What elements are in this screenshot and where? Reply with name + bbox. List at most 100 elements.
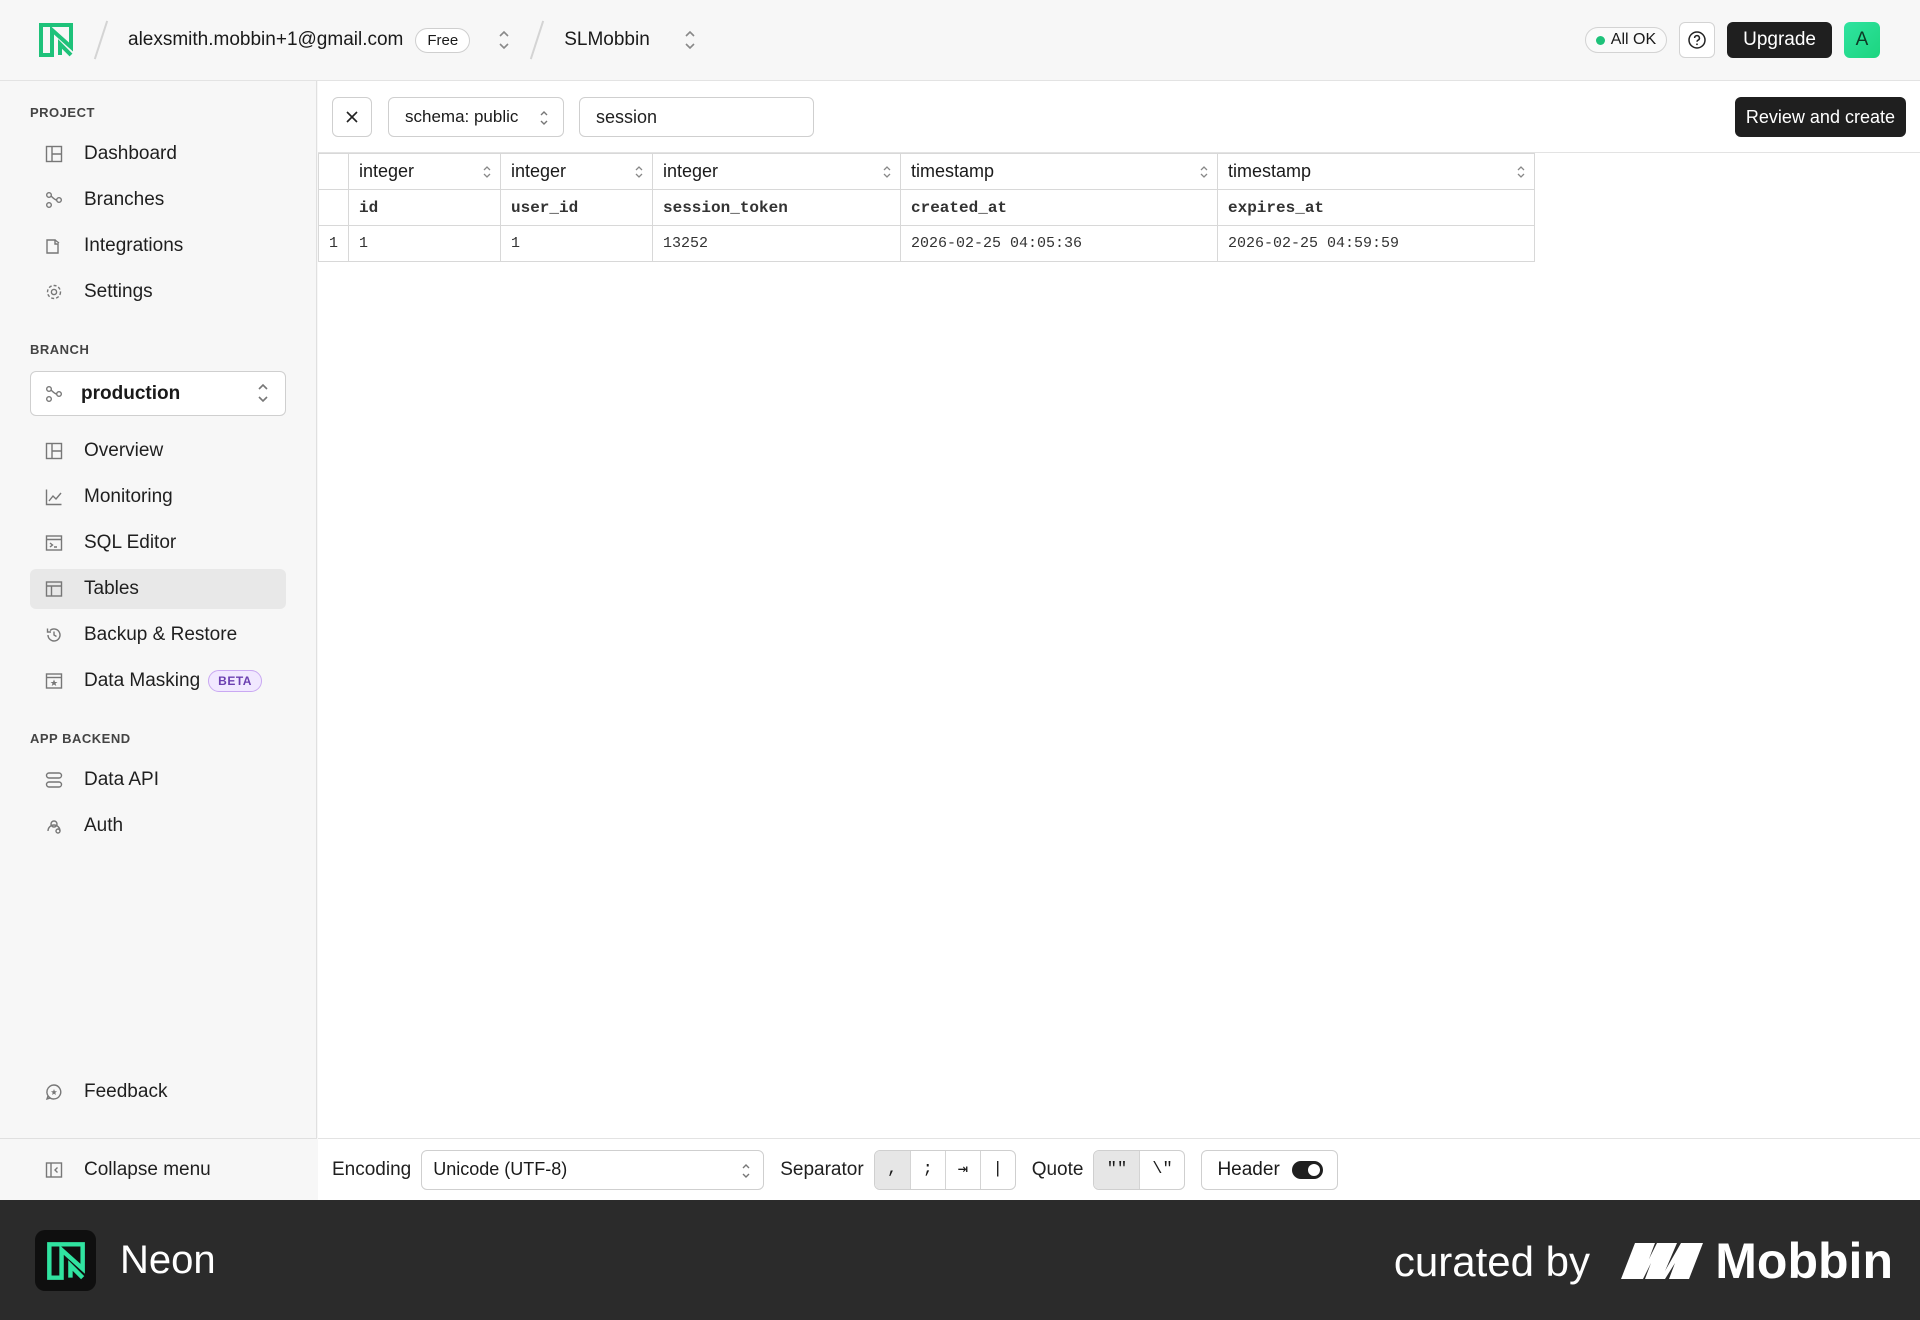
main-content: schema: public Review and create integer… [318,81,1920,1200]
table-cell: 2026-02-25 04:59:59 [1217,225,1535,262]
sidebar-item-data-api[interactable]: Data API [30,760,286,800]
column-name-cell[interactable]: expires_at [1217,189,1535,226]
collapse-label: Collapse menu [84,1159,211,1180]
history-icon [44,625,64,645]
sidebar-item-sql-editor[interactable]: SQL Editor [30,523,286,563]
column-name-cell[interactable]: id [348,189,501,226]
avatar[interactable]: A [1844,22,1880,58]
branch-icon [45,385,65,403]
sidebar-item-label: Monitoring [84,486,173,507]
neon-logo-icon [35,1230,96,1291]
account-switcher-icon[interactable] [498,29,510,51]
separator [93,20,109,60]
type-select[interactable]: timestamp [1217,153,1535,190]
sidebar-item-monitoring[interactable]: Monitoring [30,477,286,517]
project-switcher-icon[interactable] [684,29,696,51]
quote-label: Quote [1031,1158,1084,1180]
section-title-project: PROJECT [30,105,95,120]
status-dot-icon [1595,35,1605,45]
neon-logo-icon[interactable] [38,22,74,58]
sidebar-item-data-masking[interactable]: Data Masking BETA [30,661,286,701]
column-name-cell[interactable]: session_token [652,189,901,226]
separator-pipe-button[interactable]: | [979,1150,1015,1189]
chevron-updown-icon [1199,164,1209,185]
separator-comma-button[interactable]: , [874,1150,910,1189]
close-icon [346,111,358,123]
sidebar-item-settings[interactable]: Settings [30,272,286,312]
curated-by-text: curated by [1393,1238,1590,1285]
chart-icon [44,487,64,507]
table-name-input[interactable] [579,97,814,137]
encoding-select[interactable]: Unicode (UTF-8) [421,1149,765,1190]
collapse-menu-button[interactable]: Collapse menu [30,1150,286,1190]
sidebar-item-integrations[interactable]: Integrations [30,226,286,266]
separator-semicolon-button[interactable]: ; [909,1150,945,1189]
quote-escaped-button[interactable]: \" [1139,1150,1184,1189]
close-button[interactable] [332,97,372,137]
column-name-row: id user_id session_token created_at expi… [318,189,1535,226]
schema-select[interactable]: schema: public [388,97,564,137]
sidebar-item-label: SQL Editor [84,532,177,553]
help-icon [1688,31,1706,49]
header-toggle-switch[interactable] [1291,1160,1323,1179]
chevron-updown-icon [257,382,269,410]
sidebar-item-label: Settings [84,281,153,302]
overview-icon [44,441,64,461]
sidebar-item-dashboard[interactable]: Dashboard [30,134,286,174]
separator-label: Separator [780,1158,864,1180]
type-select[interactable]: timestamp [900,153,1218,190]
separator-tab-button[interactable]: ⇥ [944,1150,980,1189]
mask-icon [44,671,64,691]
sidebar-item-branches[interactable]: Branches [30,180,286,220]
sidebar-item-backup-restore[interactable]: Backup & Restore [30,615,286,655]
schema-value: schema: public [405,107,519,126]
type-select[interactable]: integer [348,153,501,190]
table-cell: 1 [500,225,653,262]
separator [530,20,545,60]
table-cell: 2026-02-25 04:05:36 [900,225,1218,262]
type-select[interactable]: integer [500,153,653,190]
encoding-label: Encoding [332,1158,412,1180]
quote-toggle-group: "" \" [1093,1149,1186,1190]
upgrade-button[interactable]: Upgrade [1727,22,1832,58]
table-toolbar: schema: public Review and create [318,81,1920,153]
sidebar-item-overview[interactable]: Overview [30,431,286,471]
table-row: 1 1 1 13252 2026-02-25 04:05:36 2026-02-… [318,225,1535,262]
type-select[interactable]: integer [652,153,901,190]
branches-icon [44,190,64,210]
chevron-updown-icon [482,164,492,185]
section-title-app-backend: APP BACKEND [30,731,131,746]
auth-icon [44,816,64,836]
top-bar: alexsmith.mobbin+1@gmail.com Free SLMobb… [0,0,1920,81]
chevron-updown-icon [882,164,892,185]
api-icon [44,770,64,790]
quote-double-button[interactable]: "" [1094,1150,1140,1189]
chevron-updown-icon [539,109,549,132]
column-name-cell[interactable]: user_id [500,189,653,226]
separator-toggle-group: , ; ⇥ | [873,1149,1016,1190]
table-icon [44,579,64,599]
help-button[interactable] [1679,22,1716,58]
mobbin-logo: Mobbin [1621,1232,1893,1290]
account-email[interactable]: alexsmith.mobbin+1@gmail.com [128,29,403,51]
status-badge[interactable]: All OK [1584,27,1668,53]
feedback-icon [44,1082,64,1102]
chevron-updown-icon [741,1162,751,1185]
type-row: integer integer integer timestamp timest… [318,153,1535,190]
plan-badge: Free [415,27,471,53]
sidebar-item-auth[interactable]: Auth [30,806,286,846]
chevron-updown-icon [1516,164,1526,185]
header-toggle-box[interactable]: Header [1201,1149,1338,1190]
sidebar-item-tables[interactable]: Tables [30,569,286,609]
feedback-button[interactable]: Feedback [30,1072,286,1112]
header-label: Header [1217,1158,1280,1180]
brand-footer: Neon curated by Mobbin [0,1200,1920,1320]
review-and-create-button[interactable]: Review and create [1734,97,1906,137]
brand-name: Neon [120,1238,216,1282]
column-name-cell[interactable]: created_at [900,189,1218,226]
mobbin-mark-icon [1621,1243,1704,1279]
project-name[interactable]: SLMobbin [564,29,650,51]
branch-selector[interactable]: production [30,371,286,416]
import-preview-table: integer integer integer timestamp timest… [318,153,1535,262]
row-number: 1 [318,225,349,262]
